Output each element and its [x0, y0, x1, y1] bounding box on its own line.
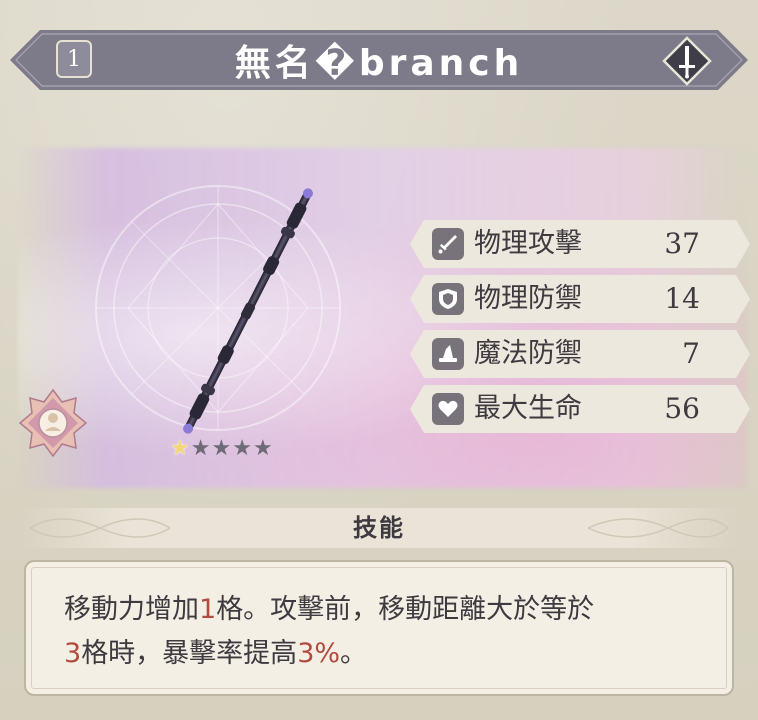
star-icon-empty: ★	[232, 436, 252, 461]
skill-value-highlight: 1	[199, 594, 217, 625]
stats-panel: 物理攻擊 37 物理防禦 14 魔法防禦 7 最大生命 56	[410, 220, 750, 440]
stat-label: 物理防禦	[474, 283, 582, 314]
star-icon-empty: ★	[211, 436, 232, 461]
stat-value: 56	[664, 392, 700, 425]
sword-icon	[432, 228, 464, 260]
weapon-staff-image	[183, 188, 313, 434]
skill-description-box: 移動力增加1格。攻擊前，移動距離大於等於 3格時，暴擊率提高3%。	[24, 560, 734, 696]
stat-value: 7	[682, 337, 700, 370]
skill-value-highlight: 3%	[297, 638, 341, 669]
skill-text-segment: 格時，暴擊率提高	[81, 638, 298, 669]
skill-header: 技能	[20, 506, 738, 550]
stat-row-physical-attack: 物理攻擊 37	[410, 220, 750, 268]
shield-icon	[432, 283, 464, 315]
skill-description: 移動力增加1格。攻擊前，移動距離大於等於 3格時，暴擊率提高3%。	[64, 588, 704, 676]
star-icon-filled: ★	[170, 436, 190, 461]
skill-text-segment: 。	[340, 638, 368, 669]
character-emblem-icon[interactable]	[18, 388, 88, 458]
stat-value: 14	[664, 282, 700, 315]
weapon-showcase: ★ ★ ★ ★ ★ 物理攻擊 37 物理防禦 14 魔法防禦 7 最大生命 56	[18, 148, 750, 488]
star-icon-empty: ★	[190, 436, 211, 461]
stat-value: 37	[664, 227, 700, 260]
stat-label: 最大生命	[474, 393, 582, 424]
heart-icon	[432, 393, 464, 425]
wizard-hat-icon	[432, 338, 464, 370]
title-banner: 1 無名�branch	[10, 24, 748, 96]
weapon-type-sword-icon	[662, 36, 712, 86]
weapon-name: 無名�branch	[234, 43, 524, 84]
skill-title: 技能	[353, 514, 405, 542]
skill-text-segment: 移動力增加	[64, 594, 199, 625]
skill-value-highlight: 3	[64, 638, 82, 669]
stat-row-physical-defense: 物理防禦 14	[410, 275, 750, 323]
rarity-stars: ★ ★ ★ ★ ★	[170, 438, 273, 460]
skill-text-segment: 格。攻擊前，移動距離大於等於	[216, 594, 595, 625]
stat-row-magic-defense: 魔法防禦 7	[410, 330, 750, 378]
stat-label: 魔法防禦	[474, 338, 582, 369]
stat-label: 物理攻擊	[474, 228, 582, 259]
star-icon-empty: ★	[252, 436, 273, 461]
stat-row-max-hp: 最大生命 56	[410, 385, 750, 433]
